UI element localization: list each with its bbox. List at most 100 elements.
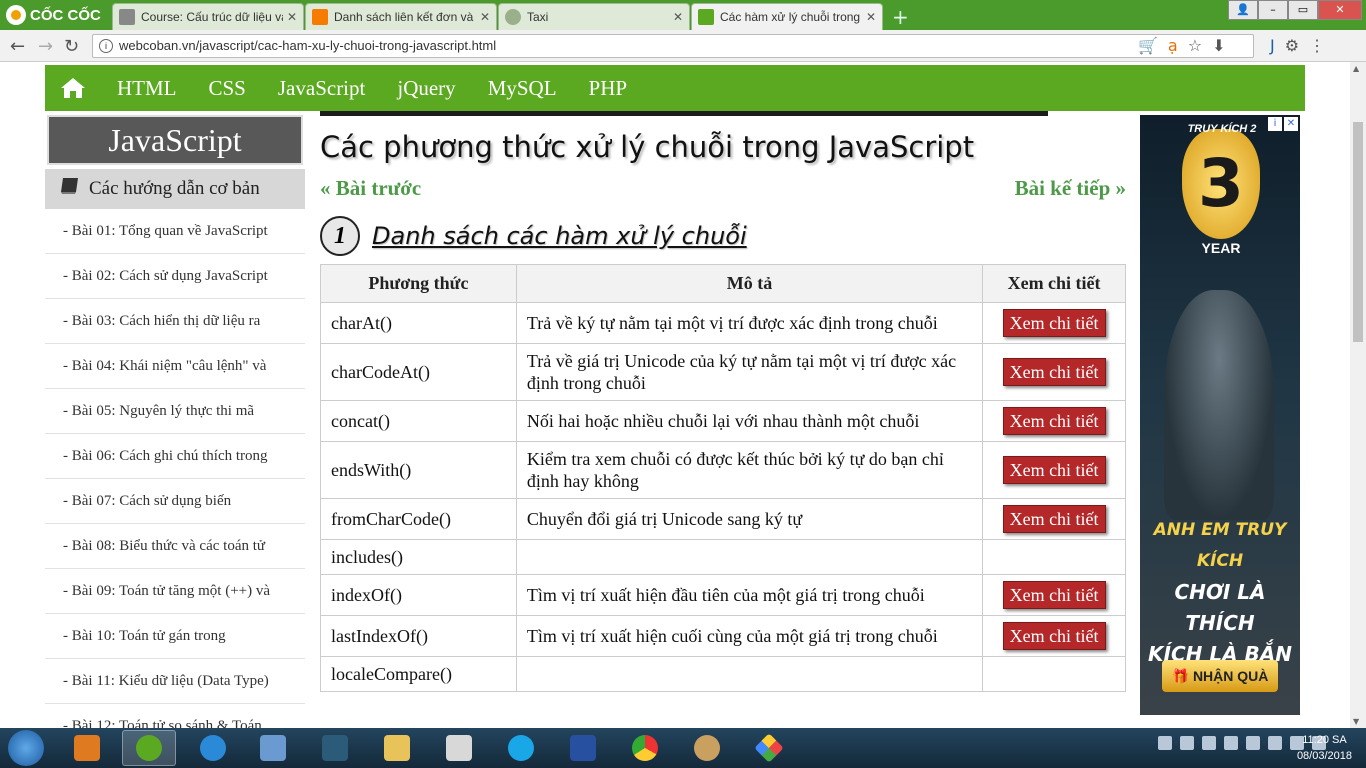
settings-icon[interactable]: ⚙	[1285, 36, 1299, 55]
lesson-item[interactable]: - Bài 10: Toán tử gán trong	[45, 614, 305, 659]
table-row: charAt() Trả về ký tự nằm tại một vị trí …	[320, 302, 1126, 344]
tab-label: Taxi	[527, 10, 549, 24]
taskbar-media-player[interactable]	[60, 730, 114, 766]
ad-cta-button[interactable]: 🎁 NHẬN QUÀ	[1162, 660, 1278, 692]
details-cell: Xem chi tiết	[982, 343, 1126, 401]
view-details-button[interactable]: Xem chi tiết	[1002, 505, 1106, 533]
view-details-button[interactable]: Xem chi tiết	[1002, 358, 1106, 386]
page-scrollbar[interactable]: ▲ ▼	[1350, 62, 1366, 728]
menu-icon[interactable]: ⋮	[1309, 36, 1325, 55]
typing-icon[interactable]: ạ	[1168, 36, 1178, 55]
taskbar-ie[interactable]	[186, 730, 240, 766]
extension-icon[interactable]: J	[1270, 36, 1275, 55]
view-details-button[interactable]: Xem chi tiết	[1002, 581, 1106, 609]
clock-date: 08/03/2018	[1296, 750, 1352, 762]
nav-html[interactable]: HTML	[117, 76, 177, 101]
double-chevron-right-icon: »	[1115, 176, 1127, 200]
sidebar-section[interactable]: Các hướng dẫn cơ bản	[45, 169, 305, 209]
ad-slogan: ANH EM TRUY KÍCH CHƠI LÀ THÍCH KÍCH LÀ B…	[1144, 515, 1296, 670]
cart-icon[interactable]: 🛒	[1138, 36, 1158, 55]
network-icon[interactable]	[1268, 736, 1282, 750]
view-details-button[interactable]: Xem chi tiết	[1002, 407, 1106, 435]
scroll-down-icon[interactable]: ▼	[1353, 717, 1359, 726]
tray-icon[interactable]	[1224, 736, 1238, 750]
taskbar-virtualbox[interactable]	[246, 730, 300, 766]
url-input[interactable]: i webcoban.vn/javascript/cac-ham-xu-ly-c…	[92, 34, 1254, 58]
taskbar-clock[interactable]: 11:20 SA 08/03/2018	[1297, 732, 1352, 764]
tab-linked-list[interactable]: Danh sách liên kết đơn và ✕	[305, 3, 497, 30]
scroll-thumb[interactable]	[1353, 122, 1363, 342]
lesson-item[interactable]: - Bài 07: Cách sử dụng biến	[45, 479, 305, 524]
window-close-button[interactable]: ✕	[1318, 0, 1362, 20]
ad-info-icon[interactable]: i	[1268, 117, 1282, 131]
prev-lesson-link[interactable]: « Bài trước	[320, 176, 421, 201]
lesson-item[interactable]: - Bài 01: Tổng quan về JavaScript	[45, 209, 305, 254]
minimize-button[interactable]: –	[1258, 0, 1288, 20]
details-cell: Xem chi tiết	[982, 400, 1126, 442]
header-details: Xem chi tiết	[982, 264, 1126, 303]
nav-mysql[interactable]: MySQL	[488, 76, 557, 101]
taskbar-coccoc[interactable]	[122, 730, 176, 766]
tray-icon[interactable]	[1180, 736, 1194, 750]
taskbar-app[interactable]	[742, 730, 796, 766]
advertisement[interactable]: i ✕ TRUY KÍCH 2 3 YEAR ANH EM TRUY KÍCH …	[1140, 115, 1300, 715]
view-details-button[interactable]: Xem chi tiết	[1002, 622, 1106, 650]
lesson-item[interactable]: - Bài 12: Toán tử so sánh & Toán	[45, 704, 305, 728]
tab-string-methods[interactable]: Các hàm xử lý chuỗi trong ✕	[691, 3, 883, 30]
close-icon[interactable]: ✕	[866, 10, 876, 24]
lesson-item[interactable]: - Bài 05: Nguyên lý thực thi mã	[45, 389, 305, 434]
user-icon[interactable]: 👤	[1228, 0, 1258, 20]
view-details-button[interactable]: Xem chi tiết	[1002, 456, 1106, 484]
scroll-up-icon[interactable]: ▲	[1353, 64, 1359, 73]
taskbar-paint[interactable]	[680, 730, 734, 766]
taskbar-explorer[interactable]	[370, 730, 424, 766]
tab-course[interactable]: Course: Cấu trúc dữ liệu và giải thuật ✕	[112, 3, 304, 30]
start-button[interactable]	[8, 730, 44, 766]
taskbar-unikey[interactable]	[432, 730, 486, 766]
ad-slogan-line: ANH EM TRUY KÍCH	[1153, 520, 1287, 571]
forward-icon[interactable]: →	[38, 36, 53, 57]
next-lesson-link[interactable]: Bài kế tiếp »	[1015, 176, 1126, 201]
method-description	[515, 656, 984, 692]
tray-icon[interactable]	[1202, 736, 1216, 750]
section-title[interactable]: Danh sách các hàm xử lý chuỗi	[372, 222, 747, 250]
header-description: Mô tả	[515, 264, 984, 303]
browser-brand[interactable]: CỐC CỐC	[6, 4, 101, 26]
download-icon[interactable]: ⬇	[1212, 36, 1225, 55]
lesson-item[interactable]: - Bài 02: Cách sử dụng JavaScript	[45, 254, 305, 299]
sidebar-title: JavaScript	[47, 115, 303, 165]
maximize-button[interactable]: ▭	[1288, 0, 1318, 20]
back-icon[interactable]: ←	[10, 36, 25, 57]
method-name: charCodeAt()	[320, 343, 517, 401]
info-icon[interactable]: i	[99, 39, 113, 53]
nav-php[interactable]: PHP	[589, 76, 628, 101]
nav-javascript[interactable]: JavaScript	[278, 76, 365, 101]
close-icon[interactable]: ✕	[673, 10, 683, 24]
taskbar-skype[interactable]	[494, 730, 548, 766]
home-icon[interactable]	[45, 76, 101, 100]
tray-icon[interactable]	[1158, 736, 1172, 750]
view-details-button[interactable]: Xem chi tiết	[1002, 309, 1106, 337]
nav-jquery[interactable]: jQuery	[397, 76, 455, 101]
taskbar-chrome[interactable]	[618, 730, 672, 766]
ad-brand: TRUY KÍCH 2	[1187, 123, 1257, 135]
lesson-item[interactable]: - Bài 06: Cách ghi chú thích trong	[45, 434, 305, 479]
ad-close-icon[interactable]: ✕	[1284, 117, 1298, 131]
lesson-item[interactable]: - Bài 09: Toán tử tăng một (++) và	[45, 569, 305, 614]
reload-icon[interactable]: ↻	[64, 36, 79, 57]
lesson-item[interactable]: - Bài 04: Khái niệm "câu lệnh" và	[45, 344, 305, 389]
close-icon[interactable]: ✕	[480, 10, 490, 24]
close-icon[interactable]: ✕	[287, 10, 297, 24]
soldier-image	[1164, 290, 1274, 520]
tab-taxi[interactable]: Taxi ✕	[498, 3, 690, 30]
taskbar-mysql[interactable]	[308, 730, 362, 766]
lesson-item[interactable]: - Bài 11: Kiểu dữ liệu (Data Type)	[45, 659, 305, 704]
lesson-item[interactable]: - Bài 08: Biểu thức và các toán tử	[45, 524, 305, 569]
taskbar-devcpp[interactable]	[556, 730, 610, 766]
star-icon[interactable]: ☆	[1188, 36, 1202, 55]
nav-css[interactable]: CSS	[209, 76, 246, 101]
details-cell: Xem chi tiết	[982, 574, 1126, 616]
lesson-item[interactable]: - Bài 03: Cách hiển thị dữ liệu ra	[45, 299, 305, 344]
new-tab-button[interactable]: +	[892, 5, 909, 29]
volume-icon[interactable]	[1246, 736, 1260, 750]
